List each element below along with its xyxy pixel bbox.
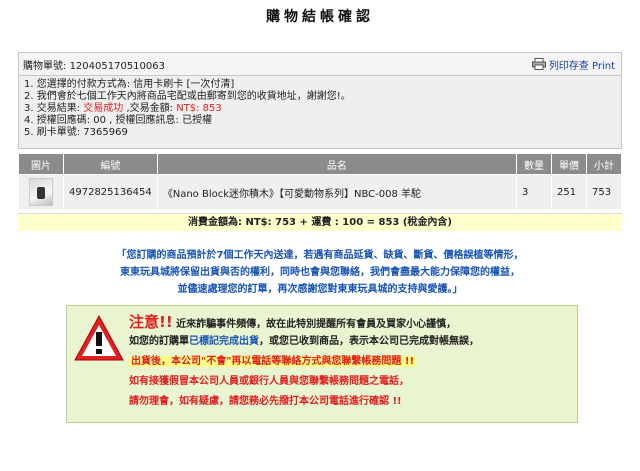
col-code: 編號 xyxy=(63,153,158,175)
order-line-auth: 4. 授權回應碼: 00 , 授權回應訊息: 已授權 xyxy=(24,115,213,126)
table-row: 4972825136454 《Nano Block迷你積木》【可愛動物系列】NB… xyxy=(18,174,622,210)
product-price: 251 xyxy=(551,174,587,210)
order-line-payment: 1. 您選擇的付款方式為: 信用卡刷卡 [一次付清] xyxy=(24,79,235,90)
product-image-cell xyxy=(18,174,64,210)
order-line-delivery: 2. 我們會於七個工作天內將商品宅配或由郵寄到您的收貨地址，謝謝您!。 xyxy=(24,91,351,102)
col-image: 圖片 xyxy=(18,153,64,175)
result-amount: NT$: 853 xyxy=(176,103,222,114)
page-title: 購物結帳確認 xyxy=(266,9,374,25)
product-qty: 3 xyxy=(516,174,552,210)
items-table: 圖片 編號 品名 數量 單價 小計 4972825136454 《Nano Bl… xyxy=(18,153,622,210)
col-price: 單價 xyxy=(551,153,587,175)
order-number-label: 購物單號: xyxy=(23,60,67,72)
order-number-value: 120405170510063 xyxy=(69,60,165,72)
warning-line-2: 如您的訂購單已標記完成出貨，或您已收到商品，表示本公司已完成對帳無誤， xyxy=(129,332,573,352)
warning-head: 注意!! xyxy=(129,313,173,331)
order-details: 1. 您選擇的付款方式為: 信用卡刷卡 [一次付清] 2. 我們會於七個工作天內… xyxy=(19,76,621,142)
order-line-card: 5. 刷卡單號: 7365969 xyxy=(24,127,128,138)
warning-line-5: 請勿理會，如有疑慮，請您務必先撥打本公司電話進行確認 !! xyxy=(129,396,402,407)
delivery-notice: 「您訂購的商品預計於7個工作天內送達，若遇有商品延貨、缺貨、斷貨、價格誤植等情形… xyxy=(0,247,640,298)
warning-line-4: 如有接獲假冒本公司人員或銀行人員與您聯繫帳務問題之電話， xyxy=(129,376,409,387)
order-number: 購物單號: 120405170510063 xyxy=(23,57,165,72)
items-table-header: 圖片 編號 品名 數量 單價 小計 xyxy=(18,153,622,175)
warning-line-2-c: ，或您已收到商品，表示本公司已完成對帳無誤， xyxy=(259,336,479,347)
warning-line-2-b: 已標記完成出貨 xyxy=(189,336,259,347)
col-subtotal: 小計 xyxy=(586,153,622,175)
col-name: 品名 xyxy=(156,153,518,175)
product-code: 4972825136454 xyxy=(63,174,158,210)
result-label: 3. 交易結果: xyxy=(24,103,84,114)
print-label: 列印存查 Print xyxy=(548,60,615,72)
warning-line-2-a: 如您的訂購單 xyxy=(129,336,189,347)
order-total: 消費金額為: NT$: 753 + 運費 : 100 = 853 (稅金內含) xyxy=(18,213,622,231)
notice-line-3: 並儘速處理您的訂單，再次感謝您對東東玩具城的支持與愛護。」 xyxy=(177,284,463,295)
warning-line-1: 注意!! 近來詐騙事件頻傳，故在此特別提醒所有會員及買家小心謹慎， xyxy=(129,312,573,332)
product-subtotal: 753 xyxy=(586,174,622,210)
warning-line-3: 出貨後，本公司"不會"再以電話等聯絡方式與您聯繫帳務問題 !! xyxy=(129,352,573,372)
order-line-result: 3. 交易結果: 交易成功 ,交易金額: NT$: 853 xyxy=(24,103,616,115)
warning-line-3-b: "不會" xyxy=(201,356,232,367)
col-qty: 數量 xyxy=(516,153,552,175)
warning-line-3-a: 出貨後，本公司 xyxy=(131,356,201,367)
result-status: 交易成功 xyxy=(83,103,124,114)
order-info-box: 購物單號: 120405170510063 列印存查 Print 1. 您選擇的… xyxy=(18,52,622,149)
product-name: 《Nano Block迷你積木》【可愛動物系列】NBC-008 羊駝 xyxy=(156,174,518,210)
fraud-warning-box: 注意!! 近來詐騙事件頻傳，故在此特別提醒所有會員及買家小心謹慎， 如您的訂購單… xyxy=(66,305,578,423)
warning-triangle-icon xyxy=(73,314,125,367)
order-header: 購物單號: 120405170510063 列印存查 Print xyxy=(19,53,621,76)
product-thumbnail[interactable] xyxy=(29,178,53,206)
warning-line-3-c: 再以電話等聯絡方式與您聯繫帳務問題 !! xyxy=(231,356,415,367)
notice-line-2: 東東玩具城將保留出貨與否的權利，同時也會與您聯絡，我們會盡最大能力保障您的權益， xyxy=(120,267,520,278)
printer-icon xyxy=(531,58,546,70)
print-link[interactable]: 列印存查 Print xyxy=(531,57,615,72)
amount-label: ,交易金額: xyxy=(123,103,177,114)
warning-text: 注意!! 近來詐騙事件頻傳，故在此特別提醒所有會員及買家小心謹慎， 如您的訂購單… xyxy=(129,312,573,412)
warning-line-1-text: 近來詐騙事件頻傳，故在此特別提醒所有會員及買家小心謹慎， xyxy=(172,319,457,330)
notice-line-1: 「您訂購的商品預計於7個工作天內送達，若遇有商品延貨、缺貨、斷貨、價格誤植等情形… xyxy=(116,250,524,261)
warning-line-3-highlight: 出貨後，本公司"不會"再以電話等聯絡方式與您聯繫帳務問題 !! xyxy=(129,356,417,367)
